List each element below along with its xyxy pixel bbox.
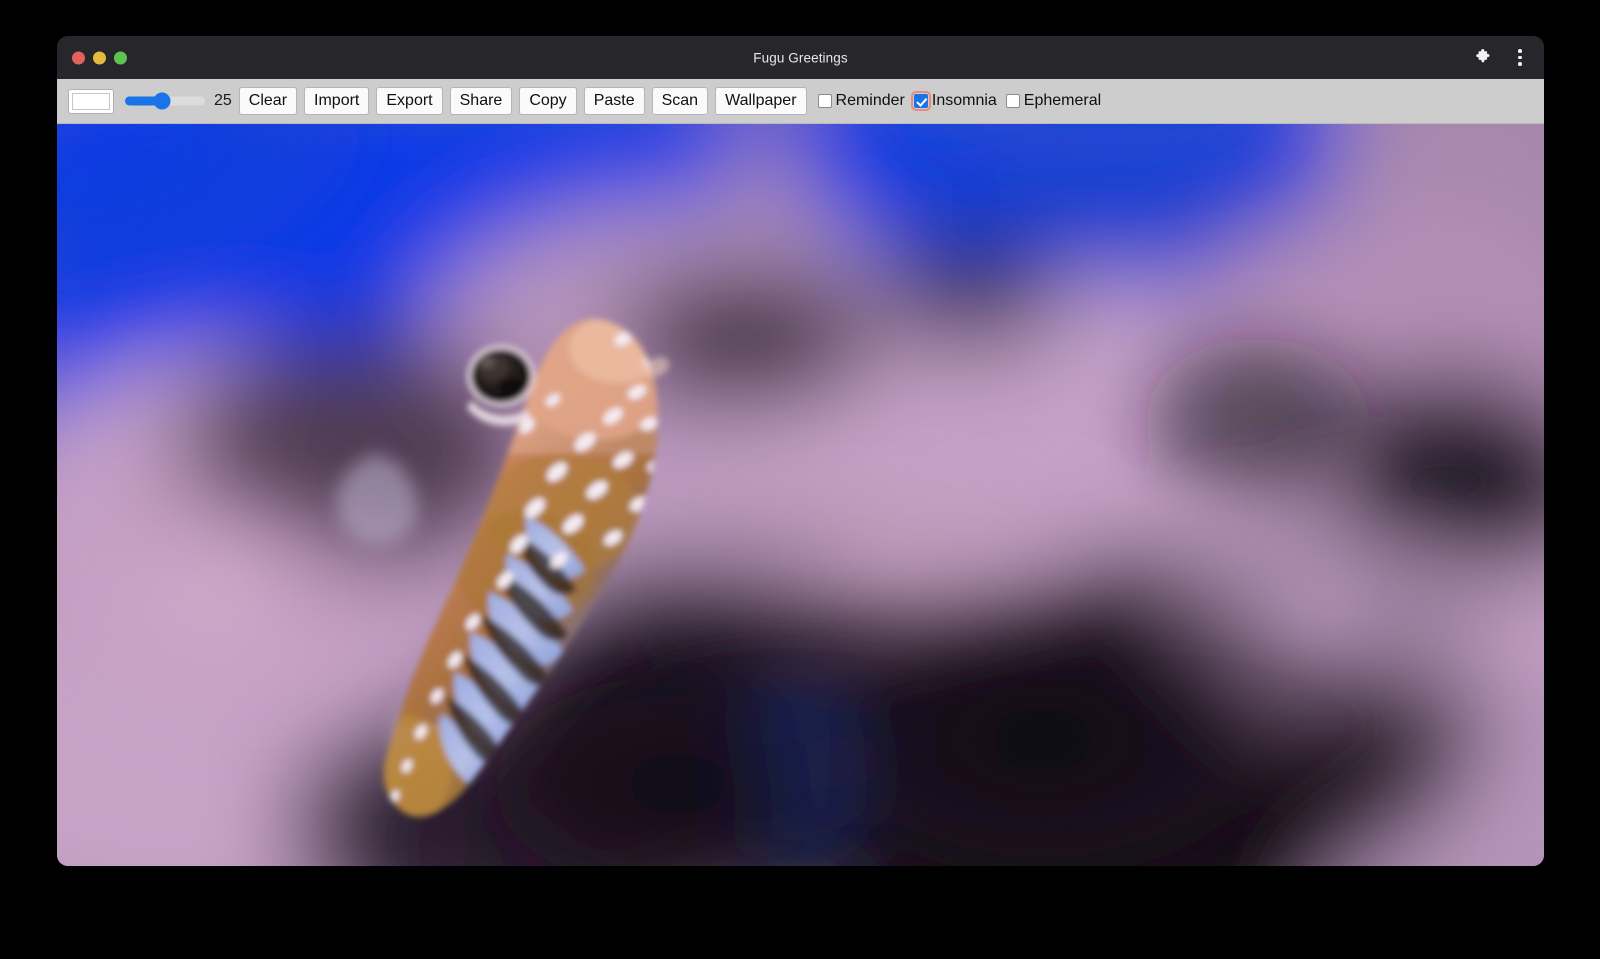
share-button[interactable]: Share bbox=[450, 87, 513, 115]
reminder-checkbox-box[interactable] bbox=[818, 94, 832, 108]
drawing-canvas[interactable] bbox=[57, 124, 1544, 866]
copy-button[interactable]: Copy bbox=[519, 87, 576, 115]
minimize-window-button[interactable] bbox=[93, 51, 106, 64]
slider-thumb[interactable] bbox=[153, 93, 170, 110]
slider-value-label: 25 bbox=[214, 92, 232, 110]
extensions-icon[interactable] bbox=[1472, 48, 1492, 68]
color-picker-input[interactable] bbox=[68, 89, 114, 114]
three-dots-glyph bbox=[1518, 49, 1522, 66]
ephemeral-checkbox[interactable]: Ephemeral bbox=[1006, 92, 1110, 110]
ephemeral-checkbox-label: Ephemeral bbox=[1024, 92, 1101, 110]
titlebar-actions bbox=[1472, 48, 1530, 68]
more-menu-icon[interactable] bbox=[1510, 48, 1530, 68]
reminder-checkbox[interactable]: Reminder bbox=[818, 92, 914, 110]
export-button[interactable]: Export bbox=[376, 87, 442, 115]
ephemeral-checkbox-box[interactable] bbox=[1006, 94, 1020, 108]
wallpaper-button[interactable]: Wallpaper bbox=[715, 87, 806, 115]
fugu-photo bbox=[57, 124, 1544, 866]
import-button[interactable]: Import bbox=[304, 87, 369, 115]
insomnia-checkbox-box[interactable] bbox=[914, 94, 928, 108]
scan-button[interactable]: Scan bbox=[652, 87, 708, 115]
screen-root: Fugu Greetings bbox=[0, 0, 1600, 959]
traffic-lights bbox=[72, 51, 127, 64]
paste-button[interactable]: Paste bbox=[584, 87, 645, 115]
clear-button[interactable]: Clear bbox=[239, 87, 297, 115]
window-title: Fugu Greetings bbox=[57, 50, 1544, 65]
app-window: Fugu Greetings bbox=[57, 36, 1544, 866]
line-width-slider[interactable] bbox=[125, 91, 205, 111]
insomnia-checkbox[interactable]: Insomnia bbox=[914, 92, 1006, 110]
insomnia-checkbox-label: Insomnia bbox=[932, 92, 997, 110]
reminder-checkbox-label: Reminder bbox=[836, 92, 905, 110]
close-window-button[interactable] bbox=[72, 51, 85, 64]
toolbar-checkboxes: Reminder Insomnia Ephemeral bbox=[818, 92, 1111, 110]
maximize-window-button[interactable] bbox=[114, 51, 127, 64]
window-titlebar: Fugu Greetings bbox=[57, 36, 1544, 79]
color-picker-swatch bbox=[72, 93, 110, 110]
app-toolbar: 25 Clear Import Export Share Copy Paste … bbox=[57, 79, 1544, 124]
